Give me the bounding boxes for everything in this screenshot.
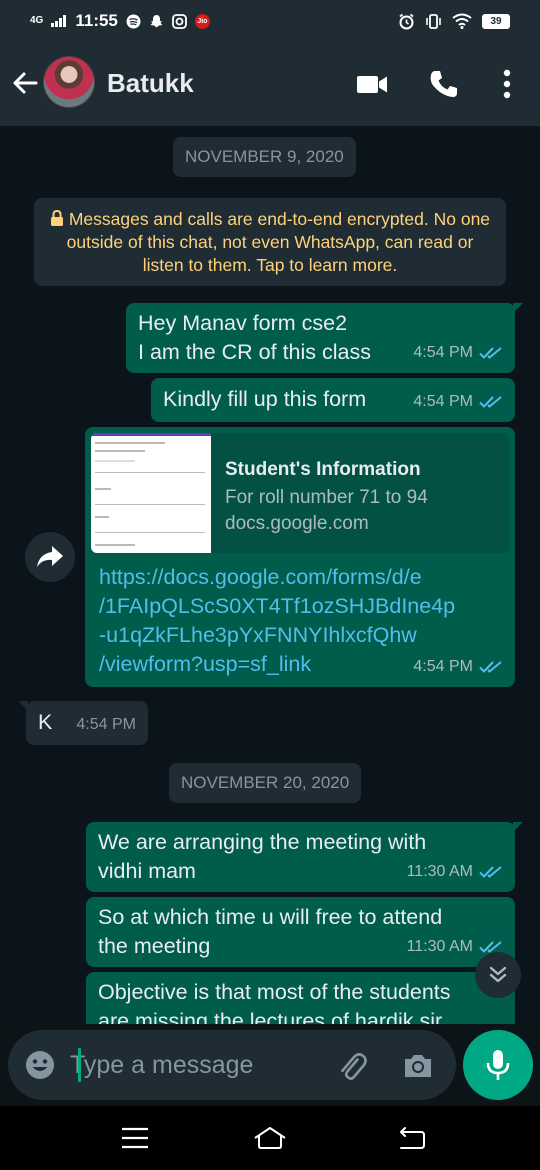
alarm-icon [399,13,414,29]
text-cursor [78,1048,81,1082]
chat-header: Batukk [0,42,540,126]
message-line: Objective is that most of the students [98,980,451,1004]
snapchat-icon [149,14,164,29]
message-meta: 4:54 PM [413,338,503,367]
message-line: We are arranging the meeting with [98,830,427,854]
recent-apps-icon[interactable] [118,1124,152,1152]
message-line: So at which time u will free to attend [98,905,443,929]
video-call-icon[interactable] [356,68,388,100]
message-time: 4:54 PM [413,344,473,361]
message-bubble[interactable]: K 4:54 PM [18,701,148,745]
back-arrow-icon[interactable] [10,68,40,98]
read-ticks-icon [479,346,502,359]
message-meta: 4:54 PM [413,387,503,416]
forward-button[interactable] [25,532,75,582]
message-line: Hey Manav form cse2 [138,311,348,335]
read-ticks-icon [479,395,502,408]
spotify-icon [126,14,141,29]
read-ticks-icon [479,660,502,673]
message-bubble[interactable]: Kindly fill up this form 4:54 PM [151,378,515,422]
contact-name[interactable]: Batukk [107,68,194,99]
jio-icon: Jio [194,13,210,29]
signal-icon [51,15,67,27]
link-line: /1FAIpQLScS0XT4Tf1ozSHJBdIne4p [99,594,456,618]
message-bubble[interactable]: So at which time u will free to attend t… [86,897,515,967]
message-text: K [38,710,53,734]
contact-avatar[interactable] [43,56,95,108]
message-time: 4:54 PM [413,393,473,410]
wifi-icon [452,13,472,29]
message-time: 11:30 AM [406,863,473,880]
encryption-notice[interactable]: Messages and calls are end-to-end encryp… [34,198,506,286]
system-navigation-bar [0,1106,540,1170]
home-icon[interactable] [253,1124,287,1152]
message-bubble[interactable]: We are arranging the meeting with vidhi … [86,822,523,892]
camera-icon[interactable] [402,1050,434,1082]
read-ticks-icon [479,865,502,878]
more-options-icon[interactable] [491,68,523,100]
chat-area[interactable]: NOVEMBER 9, 2020 Messages and calls are … [0,126,540,1024]
instagram-icon [171,13,187,29]
battery-indicator: 39 [482,13,510,29]
message-line: are missing the lectures of hardik sir [98,1009,443,1024]
emoji-icon[interactable] [24,1049,56,1081]
link-preview-title: Student's Information [225,459,421,480]
message-time: 11:30 AM [406,938,473,955]
scroll-to-bottom-button[interactable] [475,952,521,998]
date-separator: NOVEMBER 20, 2020 [169,763,362,803]
forward-icon [37,546,63,567]
voice-message-button[interactable] [463,1030,533,1100]
back-nav-icon[interactable] [395,1124,429,1152]
message-time: 4:54 PM [413,658,473,675]
bubble-tail [513,303,523,313]
bubble-tail [18,701,28,711]
clock: 11:55 [75,11,118,30]
message-meta: 4:54 PM [413,652,503,681]
attach-icon[interactable] [336,1050,368,1082]
encryption-text: Messages and calls are end-to-end encryp… [66,209,491,275]
link-preview-thumbnail [91,433,211,553]
message-line: I am the CR of this class [138,340,371,364]
vibrate-icon [426,13,441,29]
message-text: Kindly fill up this form [163,387,367,411]
message-meta: 11:30 AM [407,857,503,886]
double-chevron-down-icon [489,966,507,983]
message-composer [8,1030,456,1100]
voice-call-icon[interactable] [428,68,460,100]
message-line: the meeting [98,934,211,958]
message-time: 4:54 PM [76,716,136,733]
message-meta: 4:54 PM [76,710,136,739]
link-line: https://docs.google.com/forms/d/e [99,565,422,589]
message-bubble[interactable]: Hey Manav form cse2 I am the CR of this … [126,303,523,373]
message-input[interactable] [70,1046,320,1084]
network-indicator: 4G [30,15,44,26]
link-preview[interactable]: Student's Information For roll number 71… [91,433,509,553]
link-preview-domain: docs.google.com [225,513,369,534]
link-preview-description: For roll number 71 to 94 [225,487,428,508]
link-message-bubble[interactable]: Student's Information For roll number 71… [85,427,515,687]
date-separator: NOVEMBER 9, 2020 [173,137,356,177]
status-bar: 4G 11:55 Jio 39 [0,0,540,42]
microphone-icon [486,1050,510,1080]
bubble-tail [513,822,523,832]
link-line: -u1qZkFLhe3pYxFNNYIhlxcfQhw [99,623,417,647]
lock-icon [50,209,63,226]
message-line: vidhi mam [98,859,196,883]
message-bubble[interactable]: Objective is that most of the students a… [86,972,515,1024]
